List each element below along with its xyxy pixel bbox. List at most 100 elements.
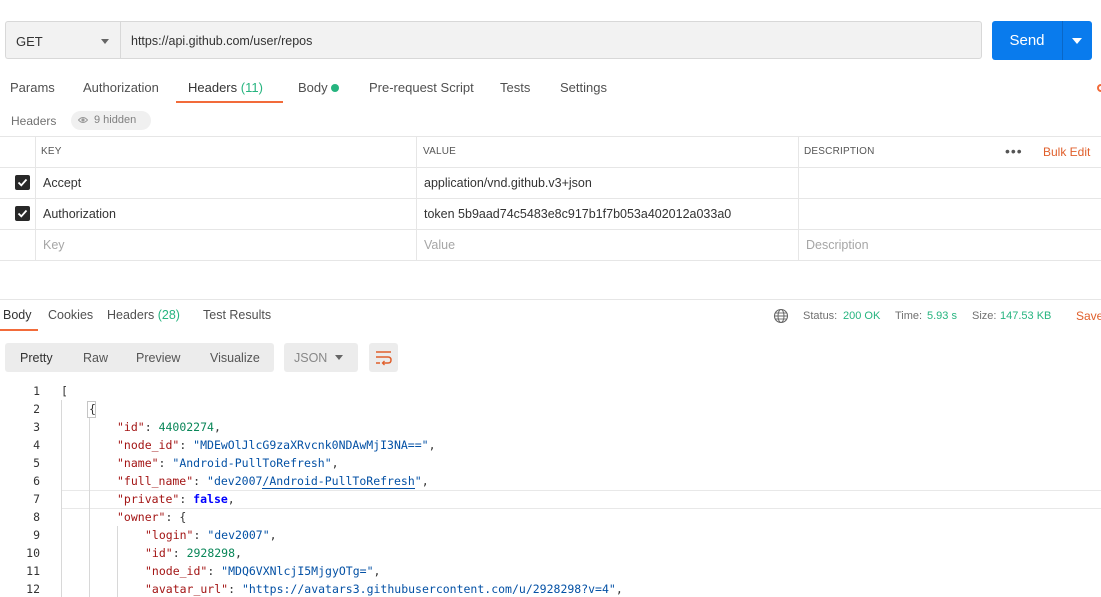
code-line[interactable]: "id": 2928298,: [145, 546, 242, 560]
view-visualize[interactable]: Visualize: [210, 351, 260, 365]
response-tab-body[interactable]: Body: [3, 308, 32, 322]
line-number: 4: [33, 438, 40, 452]
code-line[interactable]: "avatar_url": "https://avatars3.githubus…: [145, 582, 623, 596]
code-line[interactable]: "node_id": "MDQ6VXNlcjI5MjgyOTg=",: [145, 564, 380, 578]
code-line[interactable]: "name": "Android-PullToRefresh",: [117, 456, 339, 470]
code-line[interactable]: "private": false,: [117, 492, 235, 506]
header-key-cell[interactable]: Accept: [43, 176, 81, 190]
tab-tests[interactable]: Tests: [500, 80, 530, 95]
json-value: 2928298: [186, 546, 236, 560]
tab-label: Test Results: [203, 308, 272, 322]
line-number: 9: [33, 528, 40, 542]
tab-params[interactable]: Params: [10, 80, 55, 95]
send-options-button[interactable]: [1062, 21, 1092, 60]
json-value-link[interactable]: /Android-PullToRefresh: [262, 474, 415, 489]
status-value[interactable]: 200 OK: [843, 310, 880, 322]
line-number: 2: [33, 402, 40, 416]
url-value: https://api.github.com/user/repos: [131, 34, 313, 48]
line-number: 6: [33, 474, 40, 488]
tab-pre-request-script[interactable]: Pre-request Script: [369, 80, 474, 95]
code-line[interactable]: {: [89, 402, 96, 416]
format-value: JSON: [294, 351, 328, 365]
line-number: 3: [33, 420, 40, 434]
active-tab-indicator: [0, 329, 38, 331]
headers-section-label: Headers: [11, 114, 57, 128]
json-value: "MDQ6VXNlcjI5MjgyOTg=": [221, 564, 374, 578]
response-divider: [0, 299, 1101, 300]
json-key: "private": [117, 492, 180, 506]
status-label: Status:: [803, 310, 838, 322]
send-button[interactable]: Send: [992, 21, 1062, 60]
json-key: "node_id": [117, 438, 180, 452]
code-punct: ,: [428, 438, 436, 452]
json-value: "dev2007": [207, 528, 270, 542]
code-punct: {: [89, 402, 96, 416]
tab-headers[interactable]: Headers (11): [188, 80, 263, 95]
checkbox-checked-icon[interactable]: [15, 206, 30, 221]
bulk-edit-link[interactable]: Bulk Edit: [1043, 145, 1090, 159]
method-value: GET: [16, 34, 43, 49]
size-value[interactable]: 147.53 KB: [1000, 310, 1051, 322]
time-label: Time:: [895, 310, 923, 322]
save-response-button[interactable]: Save: [1076, 309, 1101, 323]
table-divider: [0, 229, 1101, 230]
json-key: "id": [145, 546, 173, 560]
line-number: 8: [33, 510, 40, 524]
line-number: 10: [26, 546, 40, 560]
code-line[interactable]: "owner": {: [117, 510, 186, 524]
code-line[interactable]: "node_id": "MDEwOlJlcG9zaXRvcnk0NDAwMjI3…: [117, 438, 436, 452]
view-raw[interactable]: Raw: [83, 351, 108, 365]
tab-body[interactable]: Body: [298, 80, 328, 95]
tab-label: Body: [298, 80, 328, 95]
indent-guide: [117, 526, 118, 597]
code-line[interactable]: "login": "dev2007",: [145, 528, 277, 542]
json-key: "id": [117, 420, 145, 434]
line-number: 1: [33, 384, 40, 398]
tab-label: Authorization: [83, 80, 159, 95]
checkbox-checked-icon[interactable]: [15, 175, 30, 190]
cookies-indicator-icon: [1097, 84, 1101, 92]
response-tab-cookies[interactable]: Cookies: [48, 308, 93, 322]
column-divider: [35, 137, 36, 260]
method-select[interactable]: GET: [5, 21, 120, 59]
code-punct: ,: [213, 420, 221, 434]
tab-label: Params: [10, 80, 55, 95]
url-input[interactable]: https://api.github.com/user/repos: [120, 21, 982, 59]
table-divider: [0, 198, 1101, 199]
json-key: "owner": [117, 510, 166, 524]
value-input[interactable]: Value: [424, 238, 455, 252]
hidden-headers-toggle[interactable]: 9 hidden: [71, 111, 151, 130]
time-value[interactable]: 5.93 s: [927, 310, 957, 322]
globe-icon[interactable]: [773, 308, 789, 324]
header-key-cell[interactable]: Authorization: [43, 207, 116, 221]
column-header-key: KEY: [41, 146, 62, 157]
description-input[interactable]: Description: [806, 238, 869, 252]
header-value-cell[interactable]: token 5b9aad74c5483e8c917b1f7b053a402012…: [424, 207, 731, 221]
json-key: "name": [117, 456, 159, 470]
code-punct: ,: [269, 528, 277, 542]
code-line[interactable]: "full_name": "dev2007/Android-PullToRefr…: [117, 474, 429, 489]
more-horizontal-icon[interactable]: •••: [1005, 144, 1023, 158]
chevron-down-icon: [335, 355, 343, 360]
tab-label: Headers: [188, 80, 238, 95]
response-tab-test-results[interactable]: Test Results: [203, 308, 271, 322]
view-pretty[interactable]: Pretty: [20, 351, 53, 365]
code-punct: ,: [227, 492, 235, 506]
view-preview[interactable]: Preview: [136, 351, 180, 365]
tab-settings[interactable]: Settings: [560, 80, 607, 95]
response-tab-headers[interactable]: Headers (28): [107, 308, 180, 322]
format-select[interactable]: JSON: [284, 343, 358, 372]
json-value: "dev2007: [207, 474, 263, 488]
json-value: "Android-PullToRefresh": [172, 456, 332, 470]
code-line[interactable]: "id": 44002274,: [117, 420, 221, 434]
code-line[interactable]: [: [61, 384, 68, 398]
json-key: "node_id": [145, 564, 208, 578]
column-divider: [416, 137, 417, 260]
header-value-cell[interactable]: application/vnd.github.v3+json: [424, 176, 592, 190]
wrap-lines-button[interactable]: [369, 343, 398, 372]
key-input[interactable]: Key: [43, 238, 65, 252]
tab-authorization[interactable]: Authorization: [83, 80, 159, 95]
column-divider: [798, 137, 799, 260]
json-key: "login": [145, 528, 194, 542]
tab-label: Body: [3, 308, 32, 322]
